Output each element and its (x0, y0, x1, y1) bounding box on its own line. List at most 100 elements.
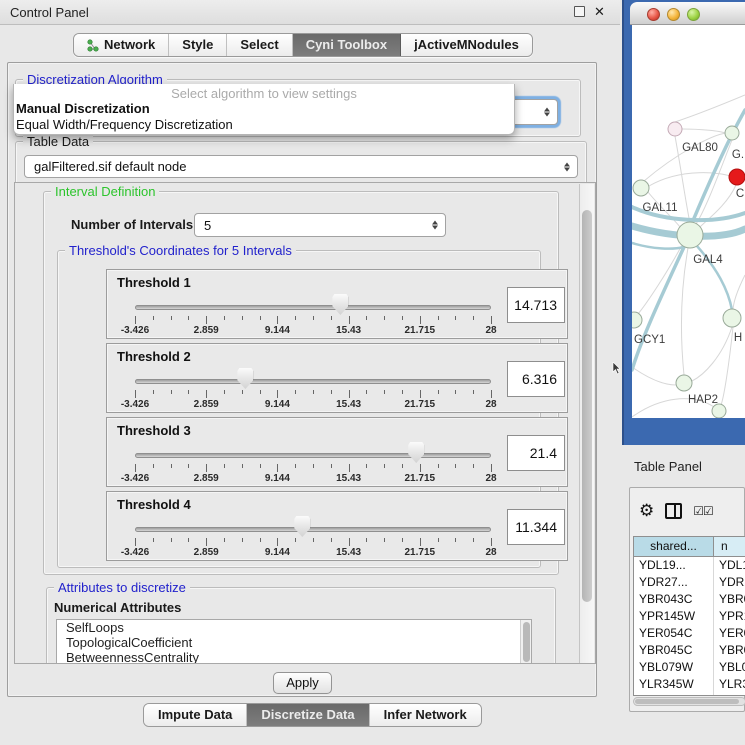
tick-mark (295, 316, 296, 320)
threshold-value-field[interactable]: 14.713 (507, 287, 565, 323)
slider-thumb-icon[interactable] (408, 442, 424, 463)
tick-label: 28 (485, 325, 496, 336)
table-cell-shared-name: YIL052C (634, 693, 714, 696)
table-row[interactable]: YDR27...YDR2 (634, 574, 745, 591)
tick-mark (384, 316, 385, 320)
numerical-attributes-list[interactable]: SelfLoopsTopologicalCoefficientBetweenne… (56, 619, 532, 664)
network-node[interactable] (632, 312, 642, 328)
close-traffic-light-icon[interactable] (647, 8, 660, 21)
close-window-icon[interactable]: ✕ (594, 4, 605, 20)
network-edge (675, 95, 745, 122)
threshold-label: Threshold 3 (117, 423, 191, 438)
tick-mark (438, 390, 439, 394)
network-edge (692, 110, 745, 223)
network-node[interactable] (668, 122, 682, 136)
checkbox-checked-icons[interactable]: ☑☑ (693, 504, 713, 518)
attribute-item[interactable]: BetweennessCentrality (57, 650, 531, 664)
algorithm-item[interactable]: Manual Discretization (14, 101, 514, 117)
number-of-intervals-label: Number of Intervals (71, 217, 193, 232)
settings-vertical-scrollbar[interactable] (579, 184, 594, 663)
gear-icon[interactable]: ⚙ (639, 501, 654, 521)
combo-arrows-icon (432, 221, 438, 230)
slider-thumb-icon[interactable] (237, 368, 253, 389)
apply-button[interactable]: Apply (273, 672, 332, 694)
control-panel-titlebar: Control Panel ✕ (0, 0, 620, 25)
tab-label: Select (240, 34, 278, 56)
table-row[interactable]: YDL19...YDL1 (634, 557, 745, 574)
tick-label: -3.426 (121, 547, 149, 558)
tick-mark (277, 464, 278, 472)
slider-track[interactable] (135, 453, 491, 458)
network-edge (692, 327, 732, 381)
slider-thumb-icon[interactable] (332, 294, 348, 315)
tab-network[interactable]: Network (74, 34, 169, 56)
tab-cyni-toolbox[interactable]: Cyni Toolbox (293, 34, 401, 56)
tab-label: Network (104, 34, 155, 56)
network-node[interactable] (676, 375, 692, 391)
tick-mark (260, 538, 261, 542)
table-row[interactable]: YER054CYER0 (634, 625, 745, 642)
attribute-item[interactable]: SelfLoops (57, 620, 531, 635)
table-row[interactable]: YBR045CYBR0 (634, 642, 745, 659)
algorithm-item[interactable]: Equal Width/Frequency Discretization (14, 117, 514, 133)
slider-track[interactable] (135, 379, 491, 384)
interval-definition-group: Interval Definition Number of Intervals … (43, 191, 559, 575)
threshold-value-field[interactable]: 6.316 (507, 361, 565, 397)
tick-mark (277, 316, 278, 324)
network-node-label: H (734, 332, 742, 344)
table-header-name[interactable]: n (714, 537, 745, 556)
tab-discretize-data[interactable]: Discretize Data (247, 704, 369, 726)
table-data-combobox[interactable]: galFiltered.sif default node (24, 155, 578, 178)
table-horizontal-scrollbar[interactable] (633, 697, 745, 706)
threshold-value-field[interactable]: 11.344 (507, 509, 565, 545)
network-node[interactable] (677, 222, 703, 248)
tab-style[interactable]: Style (169, 34, 227, 56)
tick-mark (135, 316, 136, 324)
network-canvas[interactable]: GAL80G.CGAL11GAL4GCY1HHAP2 (632, 25, 745, 418)
float-window-icon[interactable] (574, 6, 585, 17)
table-row[interactable]: YPR145WYPR1 (634, 608, 745, 625)
number-of-intervals-value: 5 (204, 218, 211, 233)
threshold-panel: Threshold 4-3.4262.8599.14415.4321.71528… (106, 491, 568, 561)
attributes-group-title: Attributes to discretize (54, 580, 190, 595)
slider-thumb-icon[interactable] (294, 516, 310, 537)
tick-mark (473, 538, 474, 542)
table-row[interactable]: YBL079WYBL0 (634, 659, 745, 676)
threshold-panel: Threshold 2-3.4262.8599.14415.4321.71528… (106, 343, 568, 413)
network-node[interactable] (725, 126, 739, 140)
tab-jactivemnodules[interactable]: jActiveMNodules (401, 34, 532, 56)
network-node[interactable] (712, 404, 726, 418)
minimize-traffic-light-icon[interactable] (667, 8, 680, 21)
split-columns-icon[interactable] (665, 503, 682, 519)
mouse-cursor-icon (612, 362, 621, 375)
network-node-label: G. (732, 149, 744, 161)
network-node[interactable] (723, 309, 741, 327)
table-row[interactable]: YBR043CYBR0 (634, 591, 745, 608)
number-of-intervals-combobox[interactable]: 5 (194, 213, 446, 237)
tick-mark (420, 316, 421, 324)
network-window-titlebar[interactable] (630, 2, 745, 25)
tick-label: 21.715 (405, 473, 436, 484)
tab-select[interactable]: Select (227, 34, 292, 56)
zoom-traffic-light-icon[interactable] (687, 8, 700, 21)
table-header-shared[interactable]: shared... (634, 537, 714, 556)
attributes-list-scrollbar[interactable] (520, 620, 531, 664)
table-row[interactable]: YLR345WYLR3 (634, 676, 745, 693)
table-data-group: Table Data galFiltered.sif default node (15, 141, 587, 185)
tab-impute-data[interactable]: Impute Data (144, 704, 247, 726)
node-table[interactable]: shared... n YDL19...YDL1YDR27...YDR2YBR0… (633, 536, 745, 696)
tick-mark (242, 538, 243, 542)
slider-track[interactable] (135, 527, 491, 532)
tick-mark (491, 464, 492, 472)
algorithm-placeholder-item[interactable]: Select algorithm to view settings (14, 84, 514, 101)
slider-track[interactable] (135, 305, 491, 310)
attribute-item[interactable]: TopologicalCoefficient (57, 635, 531, 650)
threshold-label: Threshold 1 (117, 275, 191, 290)
tab-infer-network[interactable]: Infer Network (370, 704, 481, 726)
threshold-value-field[interactable]: 21.4 (507, 435, 565, 471)
table-row[interactable]: YIL052CYIL0 (634, 693, 745, 696)
table-body: YDL19...YDL1YDR27...YDR2YBR043CYBR0YPR14… (634, 557, 745, 696)
tick-mark (366, 390, 367, 394)
network-node[interactable] (633, 180, 649, 196)
network-node[interactable] (729, 169, 745, 185)
